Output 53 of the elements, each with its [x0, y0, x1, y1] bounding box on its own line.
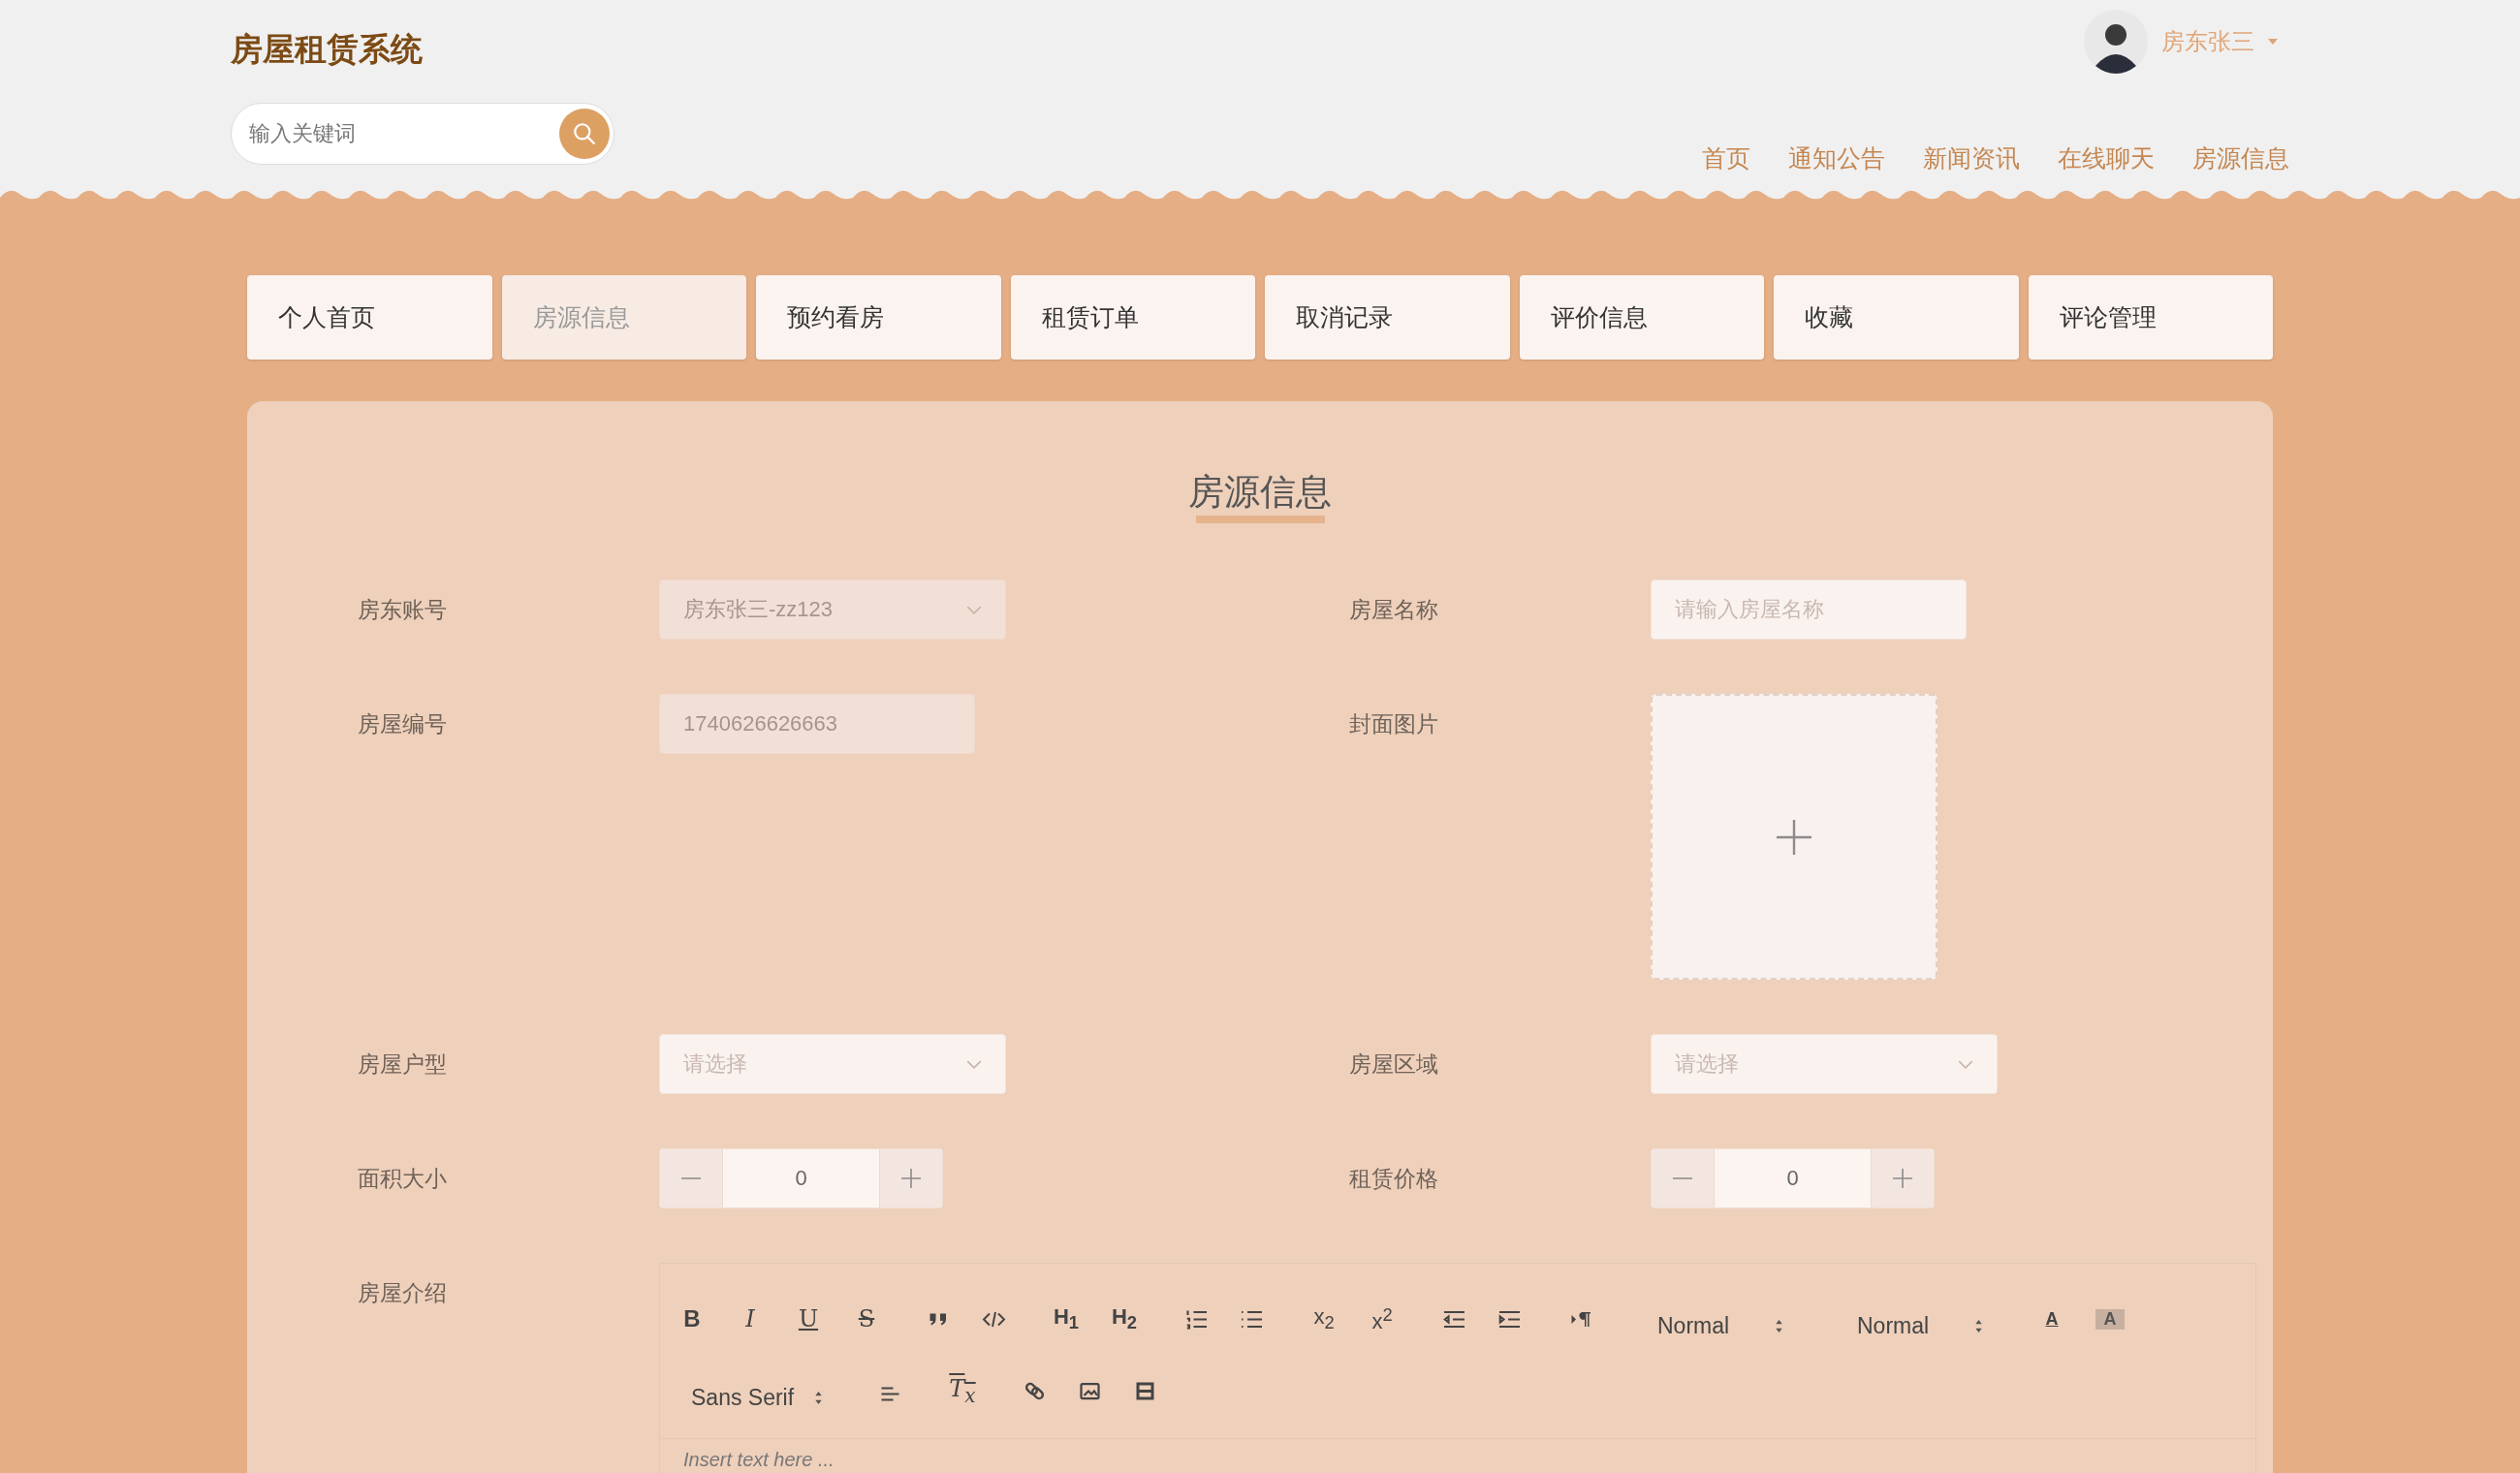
tab[interactable]: 评论管理: [2028, 275, 2273, 360]
chevron-down-icon: [966, 1059, 982, 1069]
tab[interactable]: 预约看房: [756, 275, 1001, 360]
tab[interactable]: 个人首页: [247, 275, 492, 360]
clean-button[interactable]: T$_{x}$: [948, 1375, 977, 1407]
script-button[interactable]: x$^{2}$: [1368, 1303, 1397, 1335]
field-label: 房屋编号: [358, 710, 448, 739]
strike-button[interactable]: S: [852, 1305, 881, 1333]
select-value: 请选择: [683, 1050, 747, 1079]
background-color-button[interactable]: A: [2095, 1308, 2125, 1330]
select-value: 请选择: [1675, 1050, 1739, 1079]
field-label: 房屋区域: [1349, 1050, 1439, 1080]
form-title: 房源信息: [1188, 471, 1332, 514]
picker-dropdown[interactable]: Normal: [1638, 1312, 1793, 1339]
tab[interactable]: 租赁订单: [1010, 275, 1255, 360]
search-field[interactable]: 输入关键词: [247, 120, 559, 147]
chevron-down-icon: [966, 605, 982, 614]
header-button[interactable]: H$_{2}$: [1110, 1304, 1139, 1334]
field-label: 面积大小: [358, 1165, 448, 1194]
picker-dropdown[interactable]: Normal: [1838, 1312, 1993, 1339]
field-label: 租赁价格: [1349, 1165, 1439, 1194]
field-label: 封面图片: [1349, 710, 1439, 739]
search-bar[interactable]: 输入关键词: [231, 103, 614, 165]
rich-text-editor[interactable]: B I U S H$_{1}$ H$_{2}$ x$_{2}$ x$^{2}$ Normal Normal A A Sans Serif T$_{x}$ Insert text here ...: [659, 1263, 2256, 1473]
chevron-down-icon: [1958, 1059, 1973, 1069]
up-down-arrows-icon: [1974, 1318, 1983, 1333]
field-label: 房东账号: [358, 596, 448, 625]
text-color-button[interactable]: A: [2037, 1308, 2066, 1330]
field-label: 房屋名称: [1349, 596, 1439, 625]
minus-icon: [1673, 1177, 1692, 1180]
up-down-arrows-icon: [814, 1390, 823, 1405]
tab[interactable]: 收藏: [1774, 275, 2019, 360]
select-value: 房东张三-zz123: [683, 596, 834, 624]
search-icon: [572, 121, 597, 146]
tab[interactable]: 评价信息: [1519, 275, 1764, 360]
picker-dropdown[interactable]: Sans Serif: [677, 1384, 833, 1411]
script-button[interactable]: x$_{2}$: [1309, 1304, 1339, 1334]
italic-button[interactable]: I: [736, 1305, 765, 1333]
minus-icon: [681, 1177, 701, 1180]
plus-icon: [901, 1169, 921, 1189]
up-down-arrows-icon: [1775, 1318, 1783, 1333]
bold-button[interactable]: B: [677, 1305, 707, 1333]
field-label: 房屋介绍: [358, 1279, 448, 1308]
plus-icon: [1893, 1169, 1912, 1189]
header-button[interactable]: H$_{1}$: [1052, 1304, 1081, 1334]
field-label: 房屋户型: [358, 1050, 448, 1080]
site-title: 房屋租赁系统: [231, 29, 423, 69]
tab[interactable]: 取消记录: [1265, 275, 1510, 360]
text-field[interactable]: 请输入房屋名称: [1651, 580, 1967, 641]
plus-icon: [1775, 817, 1813, 857]
underline-button[interactable]: U: [794, 1305, 823, 1333]
avatar-icon[interactable]: [2084, 10, 2148, 74]
editor-placeholder: Insert text here ...: [683, 1449, 835, 1471]
